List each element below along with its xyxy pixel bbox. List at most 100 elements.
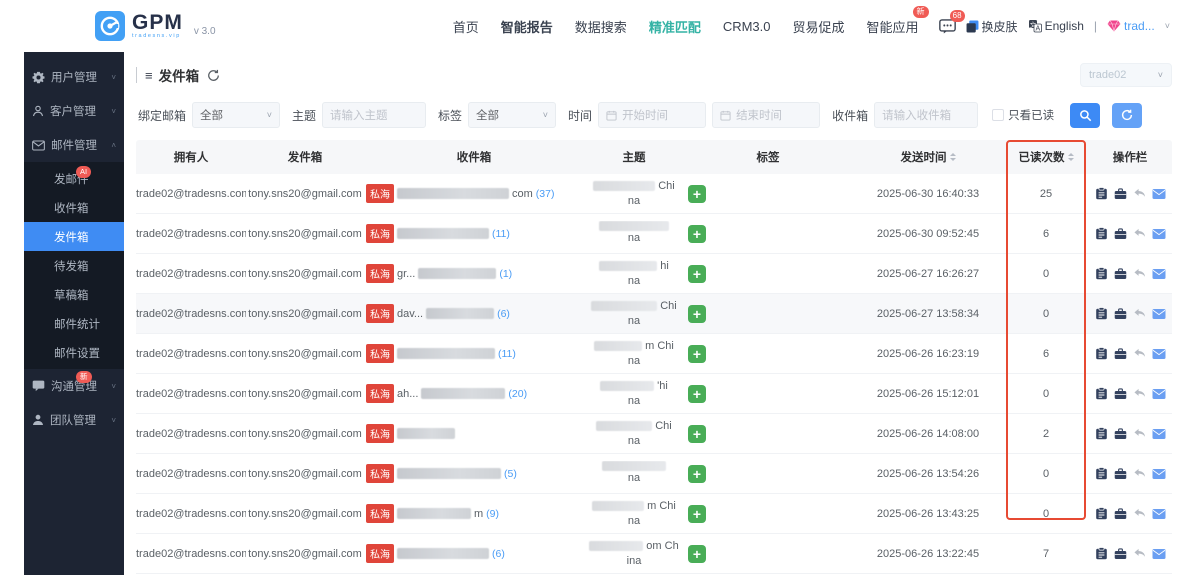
table-row-2[interactable]: trade02@tradesns.com tony.sns20@gmail.co… xyxy=(136,254,1172,294)
reply-icon[interactable] xyxy=(1133,268,1146,279)
reply-icon[interactable] xyxy=(1133,428,1146,439)
account-chevron-icon[interactable]: ˅ xyxy=(1165,21,1170,31)
language-switch[interactable]: 文 A English xyxy=(1028,19,1084,33)
table-row-4[interactable]: trade02@tradesns.com tony.sns20@gmail.co… xyxy=(136,334,1172,374)
mail-icon[interactable] xyxy=(1152,548,1166,560)
mail-icon[interactable] xyxy=(1152,508,1166,520)
nav-item-0[interactable]: 首页 xyxy=(453,17,479,36)
archive-icon[interactable] xyxy=(1114,547,1127,560)
sidebar-item-发件箱[interactable]: 发件箱 xyxy=(24,222,124,251)
mail-icon[interactable] xyxy=(1152,268,1166,280)
mail-icon[interactable] xyxy=(1152,308,1166,320)
reply-icon[interactable] xyxy=(1133,228,1146,239)
archive-icon[interactable] xyxy=(1114,427,1127,440)
recipient-input[interactable]: 请输入收件箱 xyxy=(874,102,979,128)
report-icon[interactable] xyxy=(1095,467,1108,480)
sort-icon[interactable] xyxy=(949,150,956,164)
sidebar-item-邮件统计[interactable]: 邮件统计 xyxy=(24,309,124,338)
sidebar-item-收件箱[interactable]: 收件箱 xyxy=(24,193,124,222)
change-skin-button[interactable]: 换皮肤 xyxy=(966,18,1018,35)
refresh-title-icon[interactable] xyxy=(207,69,220,82)
table-row-9[interactable]: trade02@tradesns.com tony.sns20@gmail.co… xyxy=(136,534,1172,574)
archive-icon[interactable] xyxy=(1114,387,1127,400)
archive-icon[interactable] xyxy=(1114,507,1127,520)
recipient-count-link[interactable]: (6) xyxy=(497,308,510,320)
table-row-0[interactable]: trade02@tradesns.com tony.sns20@gmail.co… xyxy=(136,174,1172,214)
end-time-input[interactable]: 结束时间 xyxy=(712,102,821,128)
archive-icon[interactable] xyxy=(1114,227,1127,240)
report-icon[interactable] xyxy=(1095,227,1108,240)
report-icon[interactable] xyxy=(1095,267,1108,280)
nav-item-2[interactable]: 数据搜索 xyxy=(575,17,627,36)
table-row-1[interactable]: trade02@tradesns.com tony.sns20@gmail.co… xyxy=(136,214,1172,254)
recipient-count-link[interactable]: (11) xyxy=(492,228,510,240)
sidebar-group-0[interactable]: 用户管理 ˅ xyxy=(24,60,124,94)
archive-icon[interactable] xyxy=(1114,347,1127,360)
column-header-5[interactable]: 发送时间 xyxy=(852,149,1004,165)
column-header-6[interactable]: 已读次数 xyxy=(1004,149,1088,165)
nav-item-1[interactable]: 智能报告 xyxy=(501,17,553,36)
nav-item-6[interactable]: 智能应用新 xyxy=(867,5,929,36)
add-tag-button[interactable]: + xyxy=(688,344,706,363)
sidebar-group-11[interactable]: 团队管理 ˅ xyxy=(24,403,124,437)
brand-logo[interactable]: GPM tradesns.vip v 3.0 xyxy=(95,11,216,41)
sidebar-item-邮件设置[interactable]: 邮件设置 xyxy=(24,338,124,367)
report-icon[interactable] xyxy=(1095,507,1108,520)
recipient-count-link[interactable]: (6) xyxy=(492,548,505,560)
report-icon[interactable] xyxy=(1095,187,1108,200)
sidebar-item-草稿箱[interactable]: 草稿箱 xyxy=(24,280,124,309)
recipient-count-link[interactable]: (11) xyxy=(498,348,516,360)
reply-icon[interactable] xyxy=(1133,188,1146,199)
report-icon[interactable] xyxy=(1095,307,1108,320)
add-tag-button[interactable]: + xyxy=(688,544,706,563)
read-only-checkbox[interactable]: 只看已读 xyxy=(992,107,1054,123)
bind-mailbox-select[interactable]: 全部 ˅ xyxy=(192,102,281,128)
reply-icon[interactable] xyxy=(1133,548,1146,559)
recipient-count-link[interactable]: (37) xyxy=(536,188,555,200)
table-row-6[interactable]: trade02@tradesns.com tony.sns20@gmail.co… xyxy=(136,414,1172,454)
recipient-count-link[interactable]: (20) xyxy=(508,388,527,400)
mail-icon[interactable] xyxy=(1152,428,1166,440)
start-time-input[interactable]: 开始时间 xyxy=(598,102,707,128)
archive-icon[interactable] xyxy=(1114,267,1127,280)
mail-icon[interactable] xyxy=(1152,188,1166,200)
tag-select[interactable]: 全部 ˅ xyxy=(468,102,557,128)
add-tag-button[interactable]: + xyxy=(688,464,706,483)
add-tag-button[interactable]: + xyxy=(688,384,706,403)
account-menu[interactable]: trad... xyxy=(1107,19,1155,33)
account-filter-select[interactable]: trade02 ˅ xyxy=(1080,63,1172,87)
sort-icon[interactable] xyxy=(1067,150,1074,164)
nav-item-5[interactable]: 贸易促成 xyxy=(793,17,845,36)
table-row-8[interactable]: trade02@tradesns.com tony.sns20@gmail.co… xyxy=(136,494,1172,534)
reply-icon[interactable] xyxy=(1133,308,1146,319)
chat-messages-icon[interactable]: 68 xyxy=(938,9,965,34)
report-icon[interactable] xyxy=(1095,387,1108,400)
report-icon[interactable] xyxy=(1095,427,1108,440)
archive-icon[interactable] xyxy=(1114,467,1127,480)
sidebar-item-发邮件[interactable]: 发邮件 AI xyxy=(24,164,124,193)
add-tag-button[interactable]: + xyxy=(688,224,706,243)
sidebar-group-2[interactable]: 邮件管理 ˄ xyxy=(24,128,124,162)
nav-item-4[interactable]: CRM3.0 xyxy=(723,19,771,34)
refresh-button[interactable] xyxy=(1112,102,1143,128)
report-icon[interactable] xyxy=(1095,547,1108,560)
sidebar-group-1[interactable]: 客户管理 ˅ xyxy=(24,94,124,128)
sidebar-item-待发箱[interactable]: 待发箱 xyxy=(24,251,124,280)
nav-item-3[interactable]: 精准匹配 xyxy=(649,17,701,36)
sidebar-group-10[interactable]: 沟通管理新 ˅ xyxy=(24,369,124,403)
archive-icon[interactable] xyxy=(1114,307,1127,320)
recipient-count-link[interactable]: (1) xyxy=(499,268,512,280)
search-button[interactable] xyxy=(1070,102,1101,128)
add-tag-button[interactable]: + xyxy=(688,504,706,523)
reply-icon[interactable] xyxy=(1133,388,1146,399)
reply-icon[interactable] xyxy=(1133,508,1146,519)
add-tag-button[interactable]: + xyxy=(688,184,706,203)
table-row-5[interactable]: trade02@tradesns.com tony.sns20@gmail.co… xyxy=(136,374,1172,414)
subject-input[interactable]: 请输入主题 xyxy=(322,102,427,128)
recipient-count-link[interactable]: (9) xyxy=(486,508,499,520)
mail-icon[interactable] xyxy=(1152,228,1166,240)
archive-icon[interactable] xyxy=(1114,187,1127,200)
reply-icon[interactable] xyxy=(1133,348,1146,359)
recipient-count-link[interactable]: (5) xyxy=(504,468,517,480)
reply-icon[interactable] xyxy=(1133,468,1146,479)
